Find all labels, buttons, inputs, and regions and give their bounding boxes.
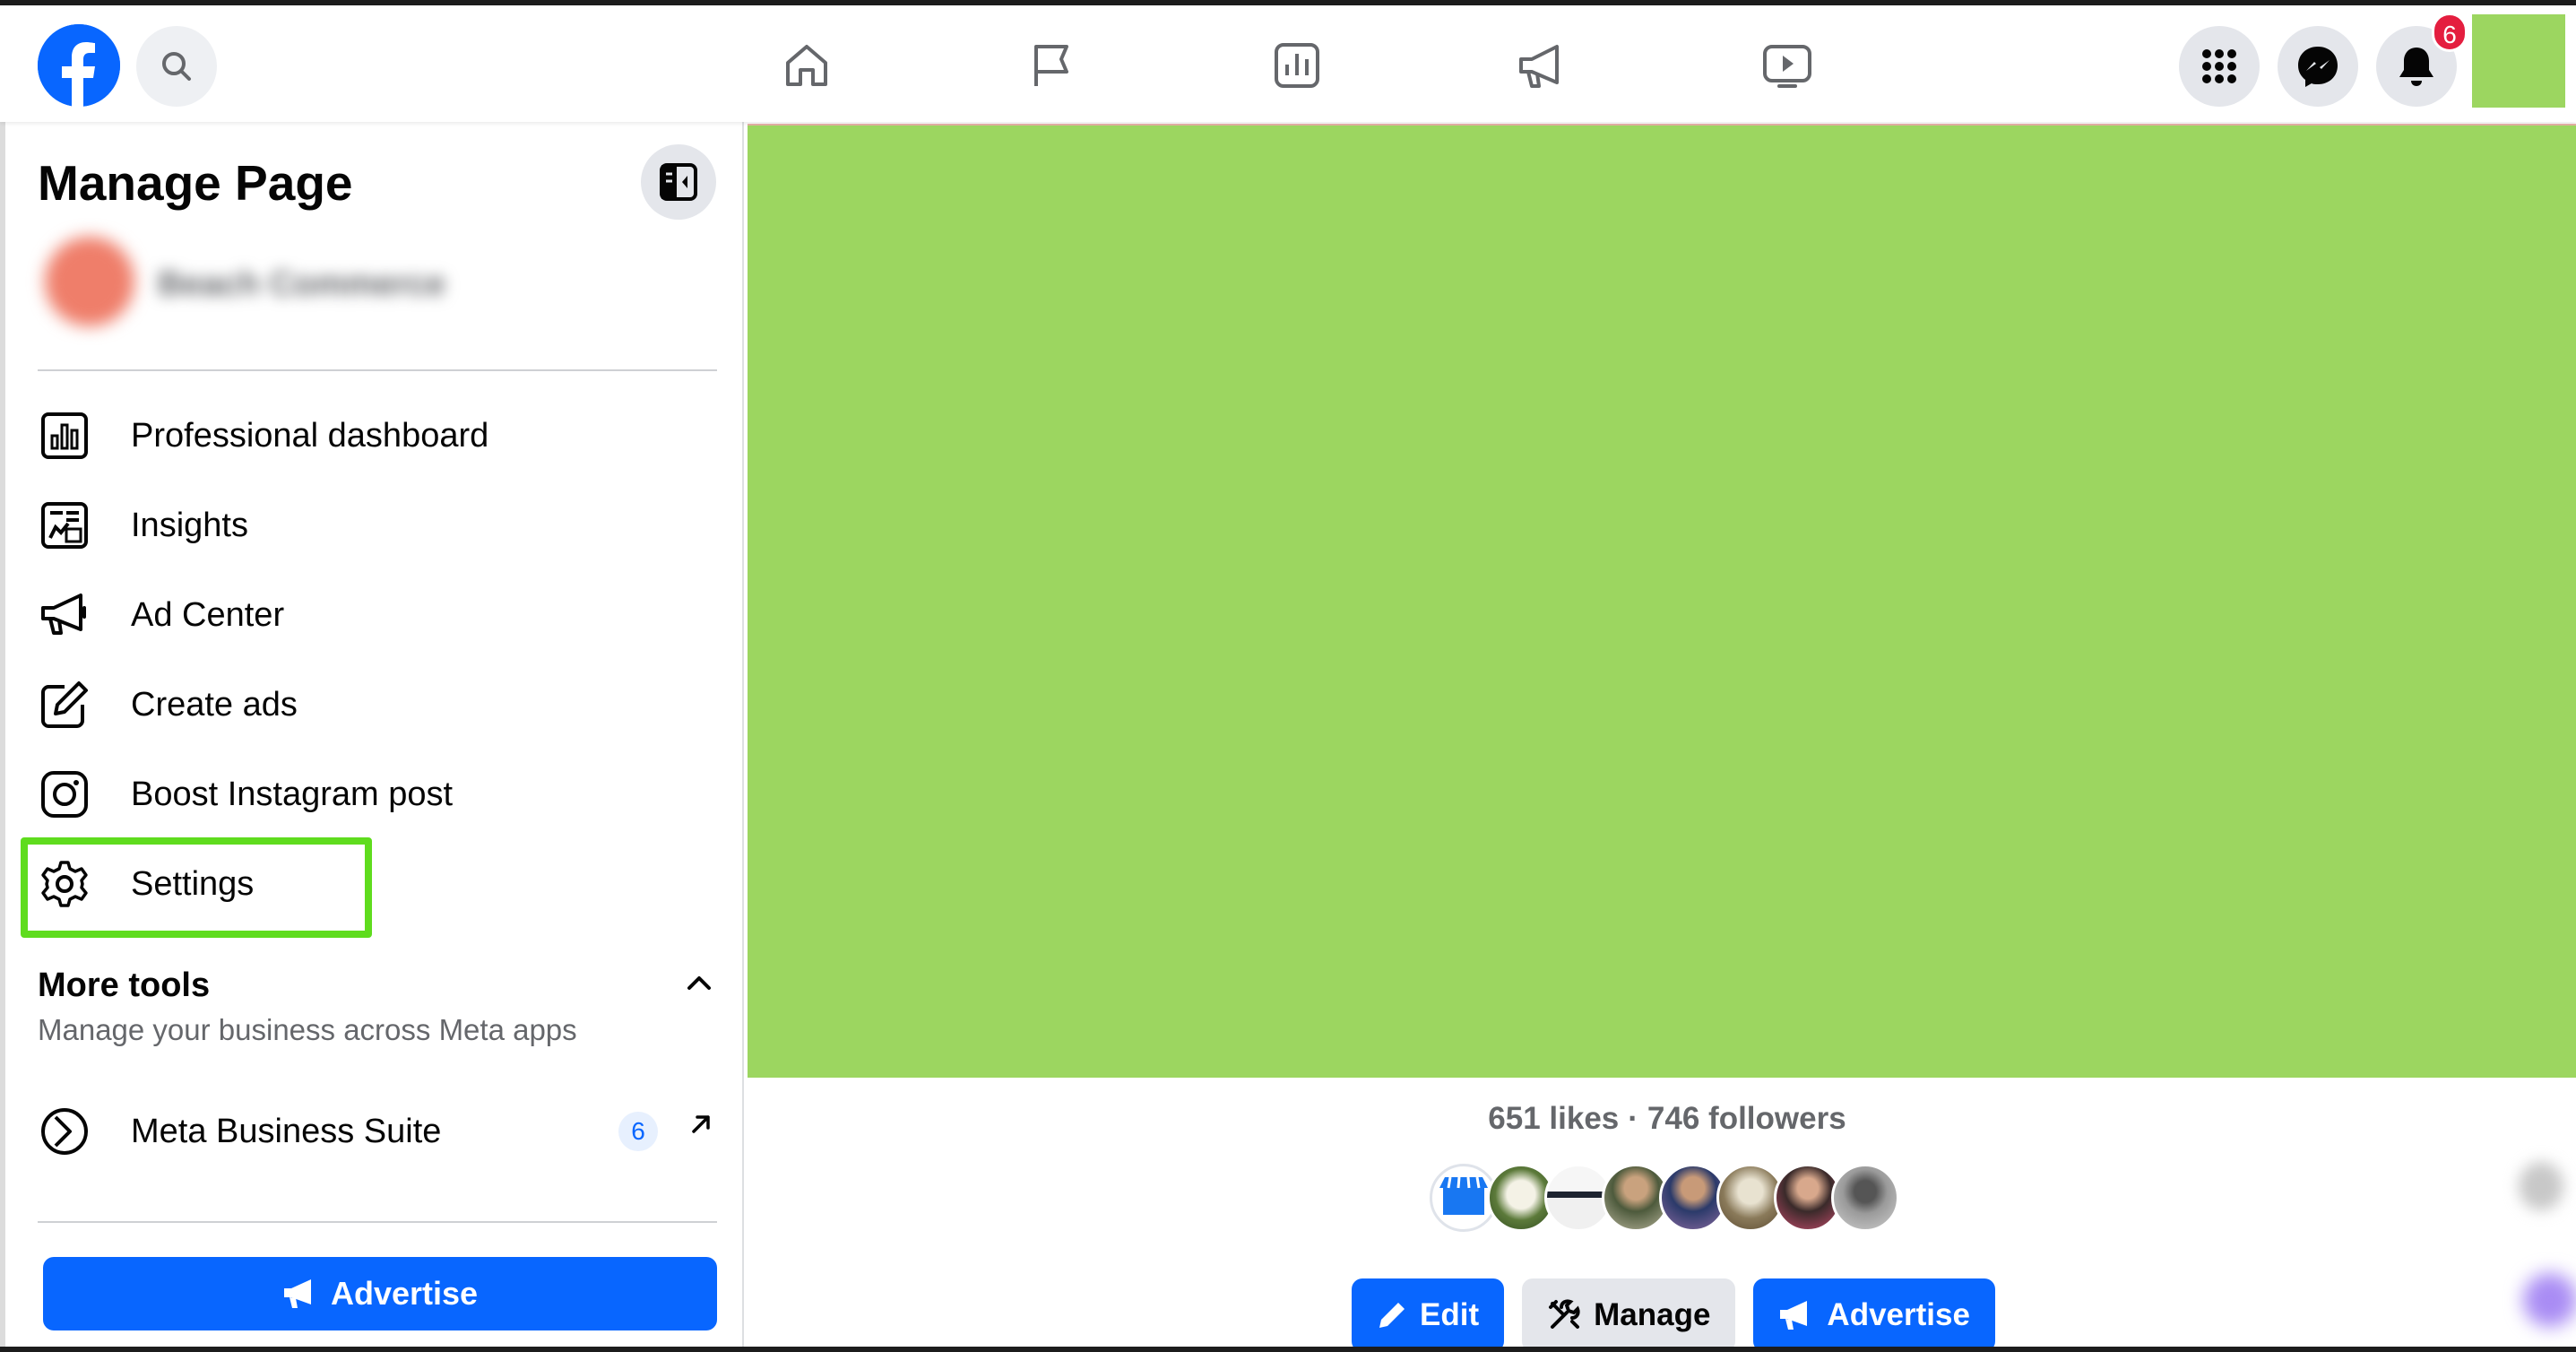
meta-business-suite-badge: 6 bbox=[618, 1112, 658, 1151]
bell-icon bbox=[2399, 48, 2433, 86]
collapse-sidebar-button[interactable] bbox=[641, 144, 716, 220]
window-frame-bottom bbox=[0, 1347, 2576, 1352]
megaphone-icon bbox=[1519, 45, 1559, 88]
page-action-buttons: Edit Manage Advertise bbox=[1352, 1278, 1995, 1352]
dashboard-icon bbox=[1275, 43, 1319, 88]
menu-item-label: Insights bbox=[131, 506, 248, 544]
megaphone-icon bbox=[36, 586, 93, 644]
megaphone-icon bbox=[283, 1279, 311, 1308]
external-link-button[interactable] bbox=[683, 1106, 719, 1142]
dashboard-icon bbox=[36, 407, 93, 464]
manage-page-sidebar: Manage Page Beach Commerce Professional … bbox=[0, 122, 744, 1347]
nav-tab-dashboard[interactable] bbox=[1207, 21, 1387, 110]
meta-business-suite-icon bbox=[36, 1103, 93, 1160]
manage-page-button[interactable]: Manage bbox=[1522, 1278, 1736, 1352]
menu-grid-button[interactable] bbox=[2179, 26, 2260, 107]
page-name[interactable]: Beach Commerce bbox=[158, 265, 445, 304]
menu-item-create-ads[interactable]: Create ads bbox=[27, 660, 726, 750]
page-stats: 651 likes · 746 followers bbox=[744, 1101, 2576, 1137]
likes-count[interactable]: 651 likes bbox=[1488, 1101, 1619, 1136]
facebook-logo-icon[interactable] bbox=[38, 24, 120, 107]
megaphone-icon bbox=[1780, 1301, 1808, 1330]
nav-tab-home[interactable] bbox=[717, 21, 896, 110]
menu-item-label: Boost Instagram post bbox=[131, 775, 454, 813]
follower-avatars[interactable] bbox=[1430, 1164, 1899, 1232]
messenger-button[interactable] bbox=[2278, 26, 2358, 107]
page-profile-picture[interactable] bbox=[45, 237, 134, 326]
edit-square-icon bbox=[36, 676, 93, 733]
account-avatar[interactable] bbox=[2472, 14, 2565, 108]
edit-page-button[interactable]: Edit bbox=[1352, 1278, 1505, 1352]
home-icon bbox=[786, 45, 827, 86]
advertise-label: Advertise bbox=[330, 1275, 479, 1312]
menu-item-label: Ad Center bbox=[131, 595, 285, 634]
messenger-icon bbox=[2298, 47, 2338, 87]
blurred-side-element bbox=[2523, 1273, 2576, 1327]
menu-item-label: Professional dashboard bbox=[131, 416, 489, 455]
manage-label: Manage bbox=[1594, 1297, 1711, 1332]
external-arrow-icon bbox=[692, 1115, 710, 1133]
flag-icon bbox=[1034, 45, 1068, 86]
chevron-up-icon bbox=[687, 976, 711, 990]
grid-icon bbox=[2202, 49, 2236, 83]
more-tools-subtitle: Manage your business across Meta apps bbox=[38, 1013, 577, 1046]
top-navigation-bar: 6 bbox=[0, 5, 2576, 122]
menu-item-boost-instagram-post[interactable]: Boost Instagram post bbox=[27, 750, 726, 839]
more-tools-title: More tools bbox=[38, 966, 211, 1004]
sidebar-title: Manage Page bbox=[38, 155, 353, 211]
menu-item-professional-dashboard[interactable]: Professional dashboard bbox=[27, 391, 726, 481]
more-tools-collapse-button[interactable] bbox=[681, 965, 717, 1001]
tools-icon bbox=[1549, 1299, 1580, 1329]
sidebar-toggle-icon bbox=[660, 163, 697, 201]
video-icon bbox=[1763, 45, 1811, 88]
followers-count[interactable]: 746 followers bbox=[1647, 1101, 1846, 1136]
stats-separator: · bbox=[1628, 1101, 1638, 1136]
search-icon bbox=[162, 52, 191, 81]
insights-icon bbox=[36, 497, 93, 554]
notifications-count-badge: 6 bbox=[2432, 13, 2468, 52]
edit-label: Edit bbox=[1420, 1297, 1480, 1332]
menu-item-label: Meta Business Suite bbox=[131, 1112, 442, 1150]
instagram-icon bbox=[36, 766, 93, 823]
cover-photo[interactable] bbox=[748, 124, 2576, 1078]
sidebar-divider bbox=[38, 1221, 717, 1223]
menu-item-insights[interactable]: Insights bbox=[27, 481, 726, 570]
search-button[interactable] bbox=[136, 26, 217, 107]
nav-tab-video[interactable] bbox=[1698, 21, 1877, 110]
sidebar-advertise-button[interactable]: Advertise bbox=[43, 1257, 717, 1330]
sidebar-divider bbox=[38, 369, 717, 371]
advertise-label: Advertise bbox=[1827, 1297, 1970, 1332]
pencil-icon bbox=[1379, 1303, 1405, 1328]
nav-tab-pages[interactable] bbox=[962, 21, 1141, 110]
menu-item-ad-center[interactable]: Ad Center bbox=[27, 570, 726, 660]
menu-item-label: Create ads bbox=[131, 685, 298, 724]
blurred-side-element bbox=[2519, 1162, 2563, 1210]
follower-avatar bbox=[1831, 1164, 1899, 1232]
page-main-content: 651 likes · 746 followers Edit Manage Ad… bbox=[744, 122, 2576, 1352]
settings-highlight-box bbox=[21, 837, 372, 938]
nav-tab-ad-center[interactable] bbox=[1452, 21, 1631, 110]
advertise-page-button[interactable]: Advertise bbox=[1753, 1278, 1995, 1352]
